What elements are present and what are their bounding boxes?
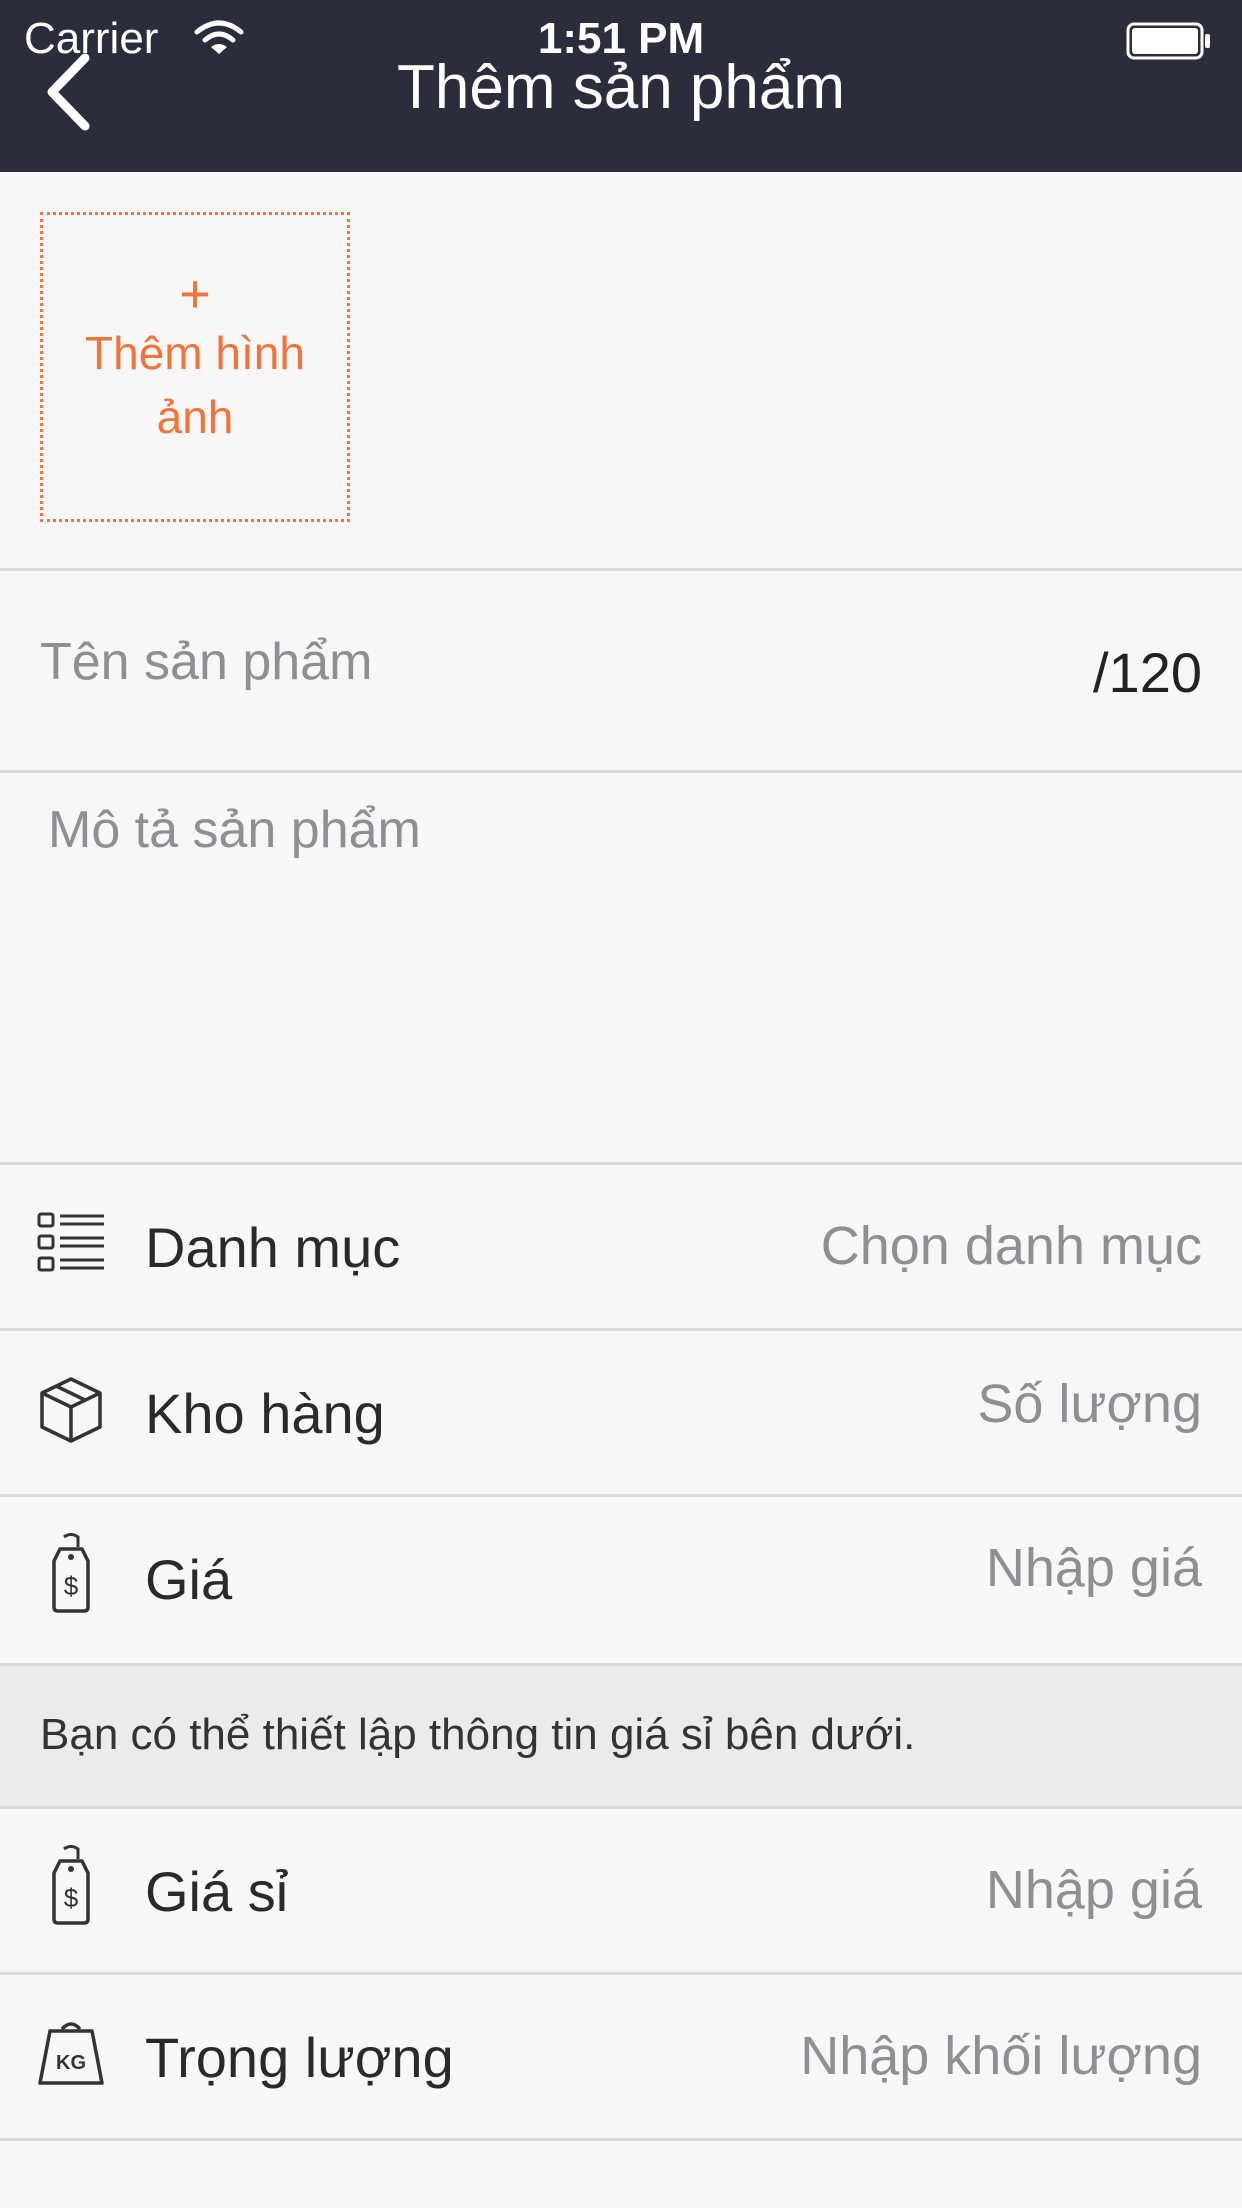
svg-text:$: $ [64,1571,79,1601]
inventory-value: Số lượng [977,1374,1202,1434]
name-char-counter: /120 [1093,641,1202,704]
weight-row[interactable]: KG Trọng lượng Nhập khối lượng [0,1975,1242,2138]
category-row[interactable]: Danh mục Chọn danh mục [0,1165,1242,1328]
price-label: Giá [145,1548,233,1611]
inventory-row[interactable]: Kho hàng Số lượng [0,1331,1242,1494]
price-tag-icon: $ [52,1533,90,1613]
svg-text:$: $ [64,1883,79,1913]
product-name-input[interactable] [40,622,1040,702]
price-row[interactable]: $ Giá Nhập giá [0,1497,1242,1660]
divider [0,568,1242,571]
product-description-input[interactable] [48,800,1198,1140]
weight-value: Nhập khối lượng [800,2026,1202,2086]
plus-icon: + [179,264,211,324]
wholesale-price-row[interactable]: $ Giá sỉ Nhập giá [0,1809,1242,1972]
wholesale-note: Bạn có thể thiết lập thông tin giá sỉ bê… [40,1710,916,1759]
navigation-bar: Carrier 1:51 PM Thêm sản phẩm [0,0,1242,172]
wholesale-info-band: Bạn có thể thiết lập thông tin giá sỉ bê… [0,1666,1242,1806]
price-tag-icon: $ [52,1845,90,1925]
add-image-label: Thêm hình ảnh [85,327,305,443]
wholesale-price-value: Nhập giá [985,1860,1202,1920]
divider [0,770,1242,773]
inventory-label: Kho hàng [145,1382,385,1445]
category-value: Chọn danh mục [820,1216,1202,1276]
page-title: Thêm sản phẩm [397,53,845,122]
divider [0,2138,1242,2141]
add-image-button[interactable]: + Thêm hình ảnh [40,212,350,522]
price-value: Nhập giá [985,1538,1202,1598]
svg-text:KG: KG [56,2052,86,2074]
category-list-icon [37,1212,104,1272]
weight-kg-icon: KG [38,2022,104,2085]
box-icon [40,1377,102,1443]
weight-label: Trọng lượng [145,2026,454,2089]
category-label: Danh mục [145,1216,401,1279]
wholesale-price-label: Giá sỉ [145,1860,289,1923]
